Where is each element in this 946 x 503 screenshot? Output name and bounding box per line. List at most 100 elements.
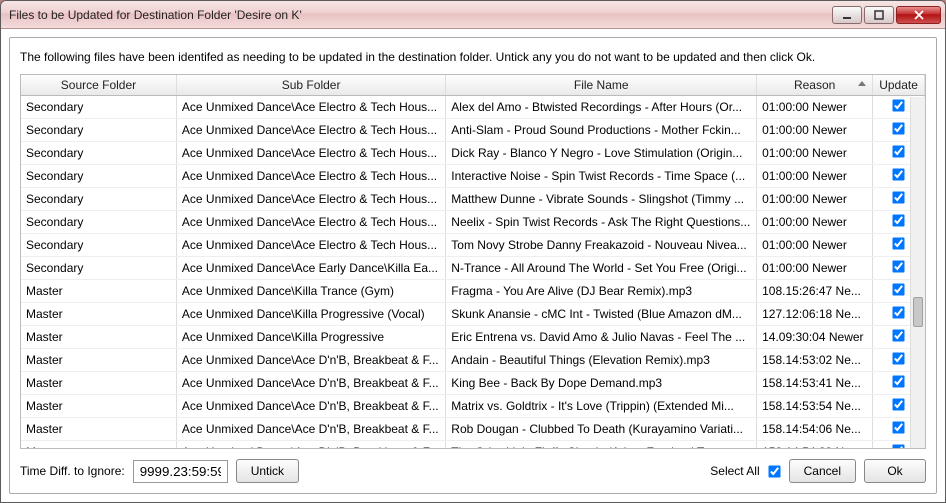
cancel-button[interactable]: Cancel	[789, 459, 856, 483]
file-table: Source Folder Sub Folder File Name Reaso…	[21, 75, 925, 449]
cell-subfolder: Ace Unmixed Dance\Ace D'n'B, Breakbeat &…	[176, 395, 445, 418]
untick-button[interactable]: Untick	[236, 459, 299, 483]
cell-filename: Dick Ray - Blanco Y Negro - Love Stimula…	[446, 142, 757, 165]
table-row[interactable]: MasterAce Unmixed Dance\Killa Trance (Gy…	[21, 280, 925, 303]
cell-subfolder: Ace Unmixed Dance\Ace Electro & Tech Hou…	[176, 142, 445, 165]
update-checkbox[interactable]	[892, 444, 904, 449]
cell-filename: Rob Dougan - Clubbed To Death (Kurayamin…	[446, 418, 757, 441]
cell-source: Master	[21, 349, 176, 372]
cell-filename: Fragma - You Are Alive (DJ Bear Remix).m…	[446, 280, 757, 303]
cell-filename: Tom Novy Strobe Danny Freakazoid - Nouve…	[446, 234, 757, 257]
update-checkbox[interactable]	[892, 352, 904, 364]
cell-filename: N-Trance - All Around The World - Set Yo…	[446, 257, 757, 280]
update-checkbox[interactable]	[892, 122, 904, 134]
update-checkbox[interactable]	[892, 398, 904, 410]
cell-source: Secondary	[21, 142, 176, 165]
update-checkbox[interactable]	[892, 191, 904, 203]
cell-source: Master	[21, 303, 176, 326]
cell-source: Secondary	[21, 165, 176, 188]
cell-subfolder: Ace Unmixed Dance\Ace Electro & Tech Hou…	[176, 211, 445, 234]
titlebar-buttons	[832, 6, 941, 24]
cell-subfolder: Ace Unmixed Dance\Ace Early Dance\Killa …	[176, 257, 445, 280]
close-button[interactable]	[896, 6, 941, 24]
scrollbar-thumb[interactable]	[913, 297, 923, 327]
cell-filename: Interactive Noise - Spin Twist Records -…	[446, 165, 757, 188]
table-row[interactable]: MasterAce Unmixed Dance\Killa Progressiv…	[21, 303, 925, 326]
update-checkbox[interactable]	[892, 329, 904, 341]
cell-reason: 127.12:06:18 Ne...	[757, 303, 873, 326]
cell-filename: Skunk Anansie - cMC Int - Twisted (Blue …	[446, 303, 757, 326]
maximize-button[interactable]	[864, 6, 894, 24]
cell-filename: King Bee - Back By Dope Demand.mp3	[446, 372, 757, 395]
update-checkbox[interactable]	[892, 306, 904, 318]
update-checkbox[interactable]	[892, 375, 904, 387]
cell-filename: Eric Entrena vs. David Amo & Julio Navas…	[446, 326, 757, 349]
cell-subfolder: Ace Unmixed Dance\Ace Electro & Tech Hou…	[176, 188, 445, 211]
cell-source: Secondary	[21, 257, 176, 280]
cell-subfolder: Ace Unmixed Dance\Ace Electro & Tech Hou…	[176, 165, 445, 188]
update-checkbox[interactable]	[892, 283, 904, 295]
table-row[interactable]: SecondaryAce Unmixed Dance\Ace Electro &…	[21, 211, 925, 234]
table-row[interactable]: SecondaryAce Unmixed Dance\Ace Electro &…	[21, 119, 925, 142]
cell-subfolder: Ace Unmixed Dance\Ace D'n'B, Breakbeat &…	[176, 441, 445, 450]
update-checkbox[interactable]	[892, 99, 904, 111]
table-row[interactable]: MasterAce Unmixed Dance\Killa Progressiv…	[21, 326, 925, 349]
cell-subfolder: Ace Unmixed Dance\Killa Progressive (Voc…	[176, 303, 445, 326]
table-row[interactable]: SecondaryAce Unmixed Dance\Ace Early Dan…	[21, 257, 925, 280]
col-header-subfolder[interactable]: Sub Folder	[176, 75, 445, 96]
table-row[interactable]: SecondaryAce Unmixed Dance\Ace Electro &…	[21, 234, 925, 257]
cell-reason: 158.14:53:54 Ne...	[757, 395, 873, 418]
table-row[interactable]: SecondaryAce Unmixed Dance\Ace Electro &…	[21, 96, 925, 119]
cell-filename: Matrix vs. Goldtrix - It's Love (Trippin…	[446, 395, 757, 418]
cell-subfolder: Ace Unmixed Dance\Ace D'n'B, Breakbeat &…	[176, 372, 445, 395]
update-checkbox[interactable]	[892, 214, 904, 226]
cell-reason: 01:00:00 Newer	[757, 257, 873, 280]
update-checkbox[interactable]	[892, 421, 904, 433]
table-row[interactable]: MasterAce Unmixed Dance\Ace D'n'B, Break…	[21, 349, 925, 372]
cell-subfolder: Ace Unmixed Dance\Killa Trance (Gym)	[176, 280, 445, 303]
ok-button[interactable]: Ok	[864, 459, 926, 483]
cell-subfolder: Ace Unmixed Dance\Ace Electro & Tech Hou…	[176, 96, 445, 119]
cell-filename: Anti-Slam - Proud Sound Productions - Mo…	[446, 119, 757, 142]
col-header-update[interactable]: Update	[873, 75, 925, 96]
cell-source: Secondary	[21, 96, 176, 119]
cell-subfolder: Ace Unmixed Dance\Ace D'n'B, Breakbeat &…	[176, 349, 445, 372]
cell-reason: 01:00:00 Newer	[757, 188, 873, 211]
update-checkbox[interactable]	[892, 168, 904, 180]
update-checkbox[interactable]	[892, 260, 904, 272]
col-header-source[interactable]: Source Folder	[21, 75, 176, 96]
window-title: Files to be Updated for Destination Fold…	[9, 8, 832, 22]
cell-filename: The Orb - Little Fluffy Clouds (Adam Fre…	[446, 441, 757, 450]
table-row[interactable]: SecondaryAce Unmixed Dance\Ace Electro &…	[21, 188, 925, 211]
cell-filename: Alex del Amo - Btwisted Recordings - Aft…	[446, 96, 757, 119]
minimize-button[interactable]	[832, 6, 862, 24]
table-row[interactable]: SecondaryAce Unmixed Dance\Ace Electro &…	[21, 165, 925, 188]
table-row[interactable]: SecondaryAce Unmixed Dance\Ace Electro &…	[21, 142, 925, 165]
table-row[interactable]: MasterAce Unmixed Dance\Ace D'n'B, Break…	[21, 395, 925, 418]
time-diff-input[interactable]	[133, 460, 228, 483]
select-all-checkbox[interactable]	[768, 465, 780, 477]
cell-reason: 01:00:00 Newer	[757, 211, 873, 234]
table-row[interactable]: MasterAce Unmixed Dance\Ace D'n'B, Break…	[21, 418, 925, 441]
cell-source: Secondary	[21, 119, 176, 142]
update-checkbox[interactable]	[892, 237, 904, 249]
time-diff-label: Time Diff. to Ignore:	[20, 464, 125, 478]
dialog-window: Files to be Updated for Destination Fold…	[0, 0, 946, 503]
cell-source: Master	[21, 326, 176, 349]
titlebar[interactable]: Files to be Updated for Destination Fold…	[1, 1, 945, 29]
table-row[interactable]: MasterAce Unmixed Dance\Ace D'n'B, Break…	[21, 441, 925, 450]
cell-subfolder: Ace Unmixed Dance\Ace Electro & Tech Hou…	[176, 119, 445, 142]
cell-reason: 01:00:00 Newer	[757, 96, 873, 119]
cell-reason: 158.14:53:02 Ne...	[757, 349, 873, 372]
col-header-filename[interactable]: File Name	[446, 75, 757, 96]
cell-reason: 01:00:00 Newer	[757, 165, 873, 188]
cell-reason: 01:00:00 Newer	[757, 119, 873, 142]
cell-source: Master	[21, 372, 176, 395]
col-header-reason[interactable]: Reason	[757, 75, 873, 96]
update-checkbox[interactable]	[892, 145, 904, 157]
cell-source: Secondary	[21, 188, 176, 211]
table-row[interactable]: MasterAce Unmixed Dance\Ace D'n'B, Break…	[21, 372, 925, 395]
cell-filename: Neelix - Spin Twist Records - Ask The Ri…	[446, 211, 757, 234]
vertical-scrollbar[interactable]	[910, 97, 925, 448]
cell-filename: Matthew Dunne - Vibrate Sounds - Slingsh…	[446, 188, 757, 211]
